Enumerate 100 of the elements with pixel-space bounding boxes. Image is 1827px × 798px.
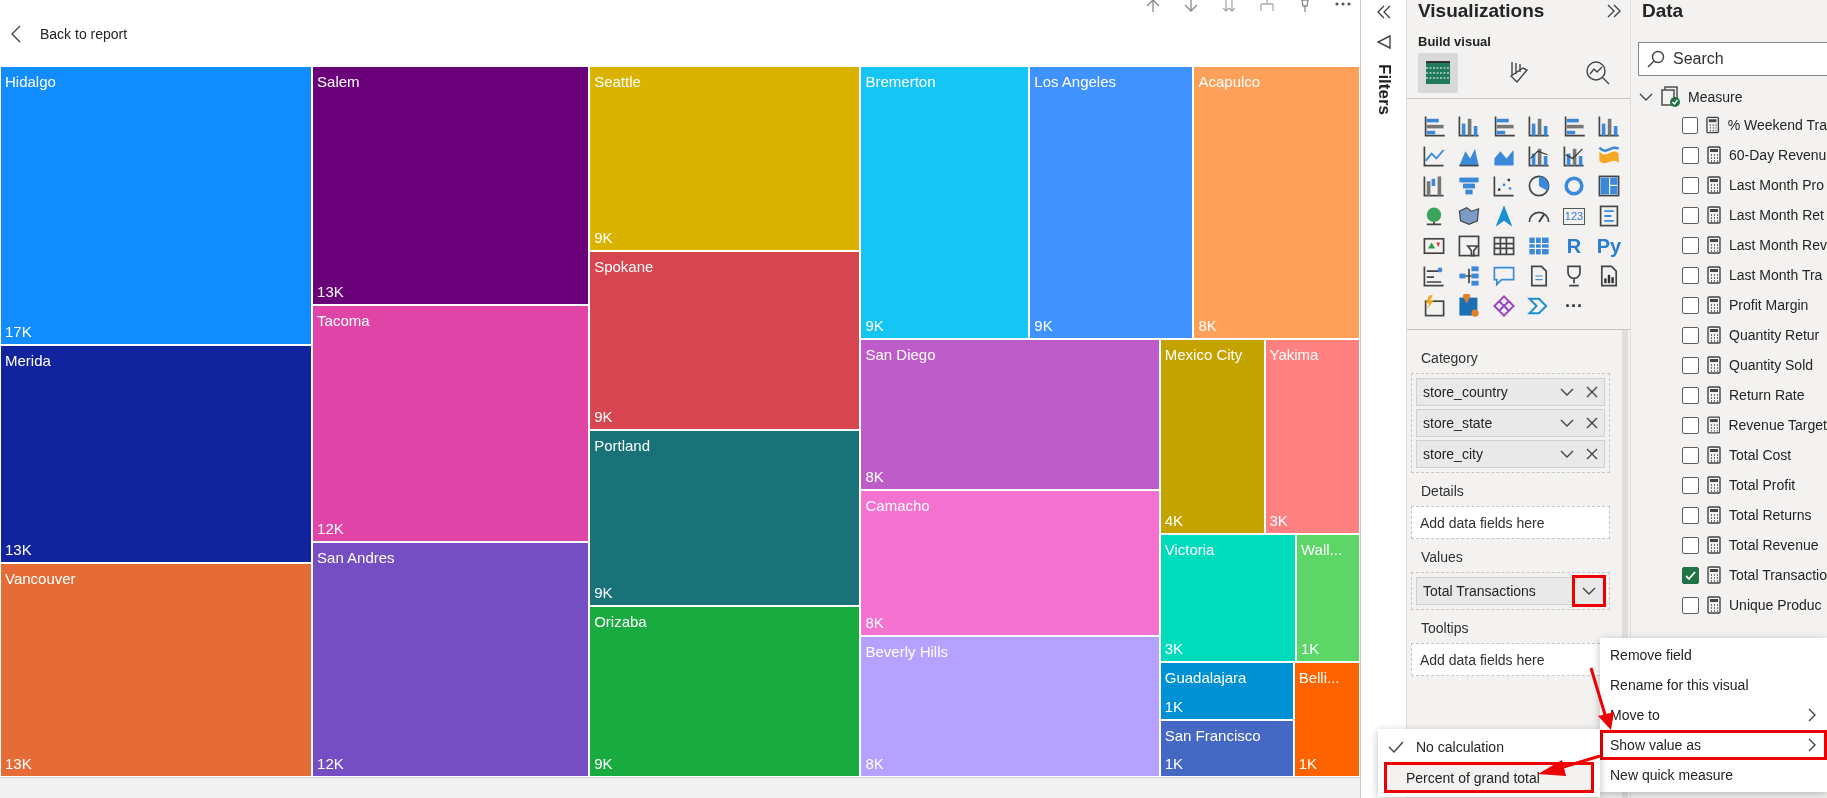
arrow-down-icon[interactable]: [1182, 0, 1200, 12]
checkbox[interactable]: [1682, 206, 1699, 224]
checkbox[interactable]: [1682, 506, 1699, 524]
field-name[interactable]: Quantity Retur: [1729, 327, 1820, 343]
field-pill[interactable]: store_country: [1416, 378, 1605, 406]
lightning-icon[interactable]: [1422, 294, 1446, 318]
close-icon[interactable]: [1586, 448, 1598, 460]
python-visual-label[interactable]: Py: [1596, 236, 1622, 256]
filled-map-icon[interactable]: [1457, 204, 1481, 228]
treemap-tile[interactable]: San Diego 8K: [860, 339, 1160, 490]
close-icon[interactable]: [1586, 386, 1598, 398]
checkbox[interactable]: [1682, 536, 1699, 554]
checkbox[interactable]: [1682, 596, 1699, 614]
pane-title: Visualizations: [1418, 0, 1545, 22]
checkbox[interactable]: [1682, 416, 1699, 434]
clustered-column-chart-icon[interactable]: [1527, 114, 1551, 138]
collapse-icon[interactable]: [1375, 4, 1392, 20]
multi-row-card-icon[interactable]: [1597, 204, 1621, 228]
expand-icon[interactable]: [1606, 3, 1622, 19]
field-name[interactable]: Last Month Pro: [1729, 177, 1824, 193]
field-name[interactable]: Total Returns: [1729, 507, 1812, 523]
treemap-tile[interactable]: Merida 13K: [0, 345, 313, 563]
field-name[interactable]: Profit Margin: [1729, 297, 1809, 313]
field-name[interactable]: Last Month Tra: [1729, 267, 1823, 283]
decomposition-tree-icon[interactable]: [1457, 264, 1481, 288]
checkbox[interactable]: [1682, 236, 1699, 254]
back-to-report-link[interactable]: Back to report: [10, 24, 128, 44]
field-name[interactable]: Last Month Rev: [1728, 237, 1827, 253]
donut-chart-icon[interactable]: [1562, 174, 1586, 198]
checkbox[interactable]: [1682, 356, 1699, 374]
field-name[interactable]: Total Profit: [1729, 477, 1796, 493]
field-name[interactable]: Return Rate: [1729, 387, 1805, 403]
key-influencers-icon[interactable]: [1422, 264, 1446, 288]
dropdown-button[interactable]: [1574, 577, 1604, 605]
field-pill[interactable]: store_city: [1416, 440, 1605, 468]
checkbox[interactable]: [1682, 176, 1699, 194]
filters-pane-title[interactable]: Filters: [1373, 64, 1394, 116]
tile-label: Acapulco: [1198, 73, 1262, 90]
column-chart-icon[interactable]: [1597, 114, 1621, 138]
checkbox[interactable]: [1682, 146, 1699, 164]
menu-item[interactable]: Show value as: [1600, 730, 1827, 760]
r-visual-label[interactable]: R: [1566, 236, 1582, 256]
waterfall-chart-icon[interactable]: [1422, 174, 1446, 198]
bar-chart-icon[interactable]: [1562, 114, 1586, 138]
table-name[interactable]: Measure: [1688, 89, 1743, 105]
tile-value: 9K: [594, 408, 614, 426]
pie-chart-icon[interactable]: [1527, 174, 1551, 198]
visual-tab[interactable]: [1418, 53, 1458, 93]
drop-field[interactable]: Add data fields here: [1411, 506, 1610, 539]
search-field[interactable]: Search: [1638, 42, 1827, 76]
arrow-up-icon[interactable]: [1144, 0, 1162, 12]
field-pill[interactable]: Total Transactions: [1416, 577, 1605, 605]
menu-item[interactable]: Percent of grand total: [1384, 762, 1594, 793]
line-column-chart-icon[interactable]: [1527, 144, 1551, 168]
treemap-tile[interactable]: Salem 13K: [312, 66, 590, 305]
treemap-tile[interactable]: San Francisco 1K: [1159, 719, 1294, 777]
slicer-icon[interactable]: [1457, 234, 1481, 258]
tile-label: Beverly Hills: [865, 643, 949, 661]
field-name[interactable]: Total Cost: [1729, 447, 1792, 463]
clustered-bar-chart-icon[interactable]: [1492, 114, 1516, 138]
calculator-icon: [1707, 176, 1721, 194]
checkbox[interactable]: [1682, 116, 1699, 134]
checkbox[interactable]: [1682, 326, 1699, 344]
tile-value: 9K: [594, 229, 614, 246]
field-pill[interactable]: store_state: [1416, 409, 1605, 437]
stacked-column-chart-icon[interactable]: [1457, 114, 1481, 138]
checkbox[interactable]: [1682, 296, 1699, 314]
calculator-icon: [1706, 236, 1721, 254]
field-name[interactable]: % Weekend Tra: [1727, 117, 1827, 133]
line-chart-icon[interactable]: [1422, 144, 1446, 168]
field-name[interactable]: Revenue Target: [1728, 417, 1827, 433]
checkbox[interactable]: [1682, 266, 1699, 284]
speech-bubble-icon[interactable]: [1492, 264, 1516, 288]
tile-label: Seattle: [594, 73, 642, 90]
treemap-tile[interactable]: Spokane 9K: [589, 251, 861, 431]
field-name[interactable]: Total Transactio: [1728, 567, 1827, 583]
treemap-tile[interactable]: San Andres 12K: [312, 541, 590, 777]
treemap-icon[interactable]: [1597, 174, 1621, 198]
menu-item[interactable]: New quick measure: [1600, 760, 1827, 790]
field-name[interactable]: 60-Day Revenu: [1729, 147, 1827, 163]
close-icon[interactable]: [1586, 417, 1598, 429]
line-column-chart-icon[interactable]: [1562, 144, 1586, 168]
field-name[interactable]: Last Month Ret: [1729, 207, 1824, 223]
checkbox[interactable]: [1682, 386, 1699, 404]
card-visual-label[interactable]: 123: [1562, 207, 1586, 225]
field-name[interactable]: Total Revenue: [1729, 537, 1819, 553]
field-name[interactable]: Unique Produc: [1729, 597, 1822, 613]
checkbox[interactable]: [1682, 566, 1699, 584]
checkbox[interactable]: [1682, 476, 1699, 494]
more-visuals-button[interactable]: ···: [1565, 297, 1583, 315]
tile-value: 13K: [317, 282, 345, 300]
treemap-tile[interactable]: Tacoma 12K: [312, 304, 590, 542]
checkbox[interactable]: [1682, 446, 1699, 464]
scatter-chart-icon[interactable]: [1492, 174, 1516, 198]
field-name[interactable]: Quantity Sold: [1729, 357, 1814, 373]
table-icon[interactable]: [1492, 234, 1516, 258]
stacked-bar-chart-icon[interactable]: [1422, 114, 1446, 138]
diamond-icon[interactable]: [1492, 294, 1516, 318]
menu-item[interactable]: No calculation: [1378, 731, 1600, 762]
treemap-tile[interactable]: Portland 9K: [589, 430, 861, 606]
